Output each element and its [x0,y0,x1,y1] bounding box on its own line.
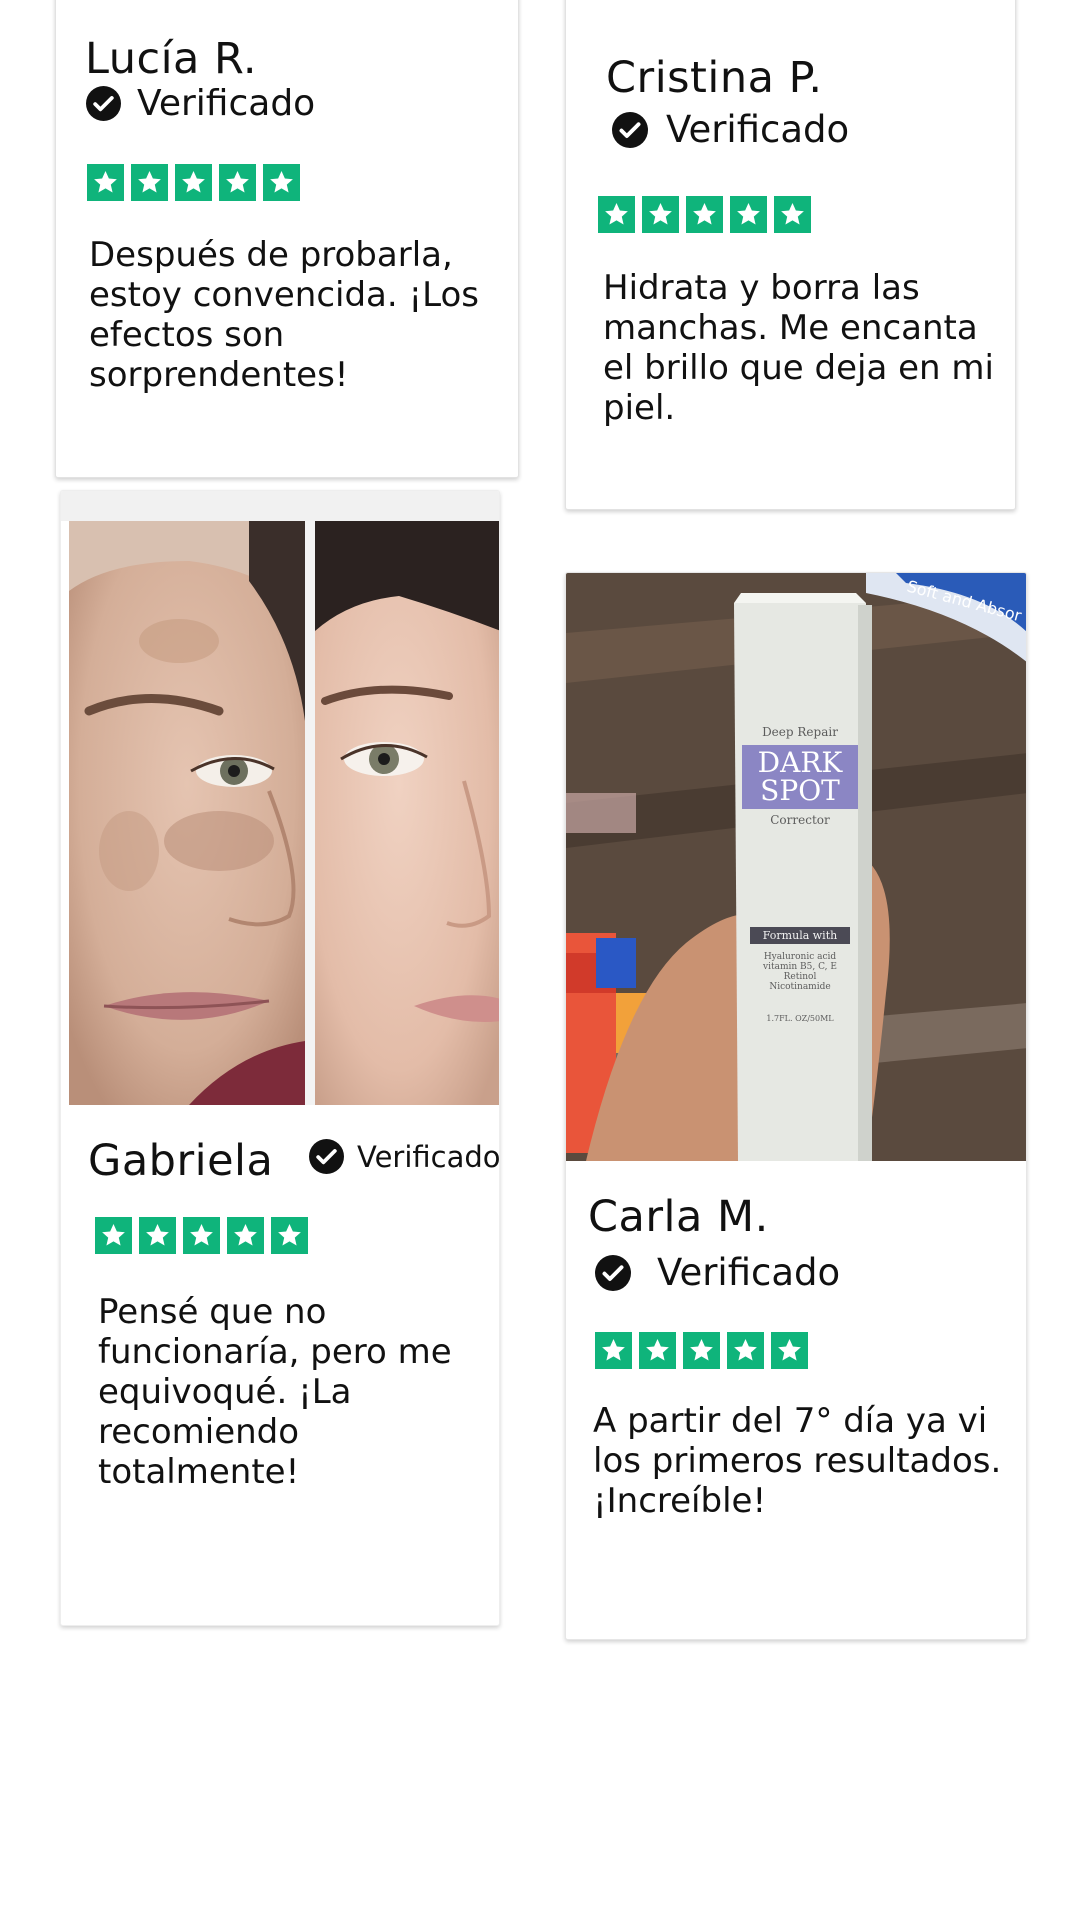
box-ingredient: Nicotinamide [769,982,831,992]
review-text: Hidrata y borra las manchas. Me encanta … [603,268,994,428]
verified-label: Verificado [357,1139,500,1174]
reviewer-name: Gabriela [88,1136,274,1186]
check-circle-icon [612,111,648,148]
star-icon [727,1332,764,1369]
photo-top-strip [61,491,499,521]
star-icon [227,1217,264,1254]
review-text: A partir del 7° día ya vi los primeros r… [593,1401,1002,1521]
star-icon [271,1217,308,1254]
box-line-spot: SPOT [760,774,840,807]
check-circle-icon [86,86,121,121]
review-card-carla: Soft and Absor Deep Repair DARK SPOT Cor… [565,572,1027,1640]
star-rating [87,164,300,201]
star-icon [686,196,723,233]
box-volume: 1.7FL. OZ/50ML [766,1014,834,1023]
verified-badge: Verificado [309,1139,500,1174]
star-icon [642,196,679,233]
reviewer-name: Carla M. [588,1192,769,1242]
star-icon [774,196,811,233]
star-icon [730,196,767,233]
star-icon [683,1332,720,1369]
box-line-corrector: Corrector [770,813,830,827]
star-icon [87,164,124,201]
reviewer-name: Cristina P. [606,53,823,103]
box-line-dark: DARK [757,746,843,779]
star-icon [183,1217,220,1254]
box-ingredient: vitamin B5, C, E [763,962,837,972]
star-icon [139,1217,176,1254]
box-ingredient: Hyaluronic acid [763,952,837,962]
star-icon [219,164,256,201]
star-icon [598,196,635,233]
box-line-deep-repair: Deep Repair [762,725,838,739]
verified-label: Verificado [666,108,850,151]
box-title-block: DARK SPOT [742,745,858,809]
star-icon [263,164,300,201]
star-rating [598,196,811,233]
verified-badge: Verificado [612,108,849,151]
review-card-cristina: Cristina P. Verificado Hidrata y borra l… [565,0,1016,510]
product-photo: Soft and Absor Deep Repair DARK SPOT Cor… [566,573,1026,1161]
box-formula-label: Formula with [750,927,850,944]
star-rating [95,1217,308,1254]
product-box-labels: Deep Repair DARK SPOT Corrector Formula … [738,693,862,1023]
verified-badge: Verificado [86,83,315,124]
before-after-photo [69,521,499,1105]
star-rating [595,1332,808,1369]
review-card-lucia: Lucía R. Verificado Después de probarla,… [55,0,519,478]
review-text: Pensé que no funcionaría, pero me equivo… [98,1292,452,1492]
star-icon [175,164,212,201]
check-circle-icon [309,1139,344,1174]
review-card-gabriela: Gabriela Verificado Pensé que no funcion… [60,490,500,1626]
review-text: Después de probarla, estoy convencida. ¡… [89,235,479,395]
star-icon [595,1332,632,1369]
star-icon [639,1332,676,1369]
verified-label: Verificado [657,1251,841,1294]
star-icon [95,1217,132,1254]
check-circle-icon [595,1254,631,1291]
box-ingredient: Retinol [783,972,817,982]
star-icon [131,164,168,201]
verified-label: Verificado [137,83,316,124]
reviewer-name: Lucía R. [85,34,258,84]
star-icon [771,1332,808,1369]
verified-badge: Verificado [595,1251,840,1294]
